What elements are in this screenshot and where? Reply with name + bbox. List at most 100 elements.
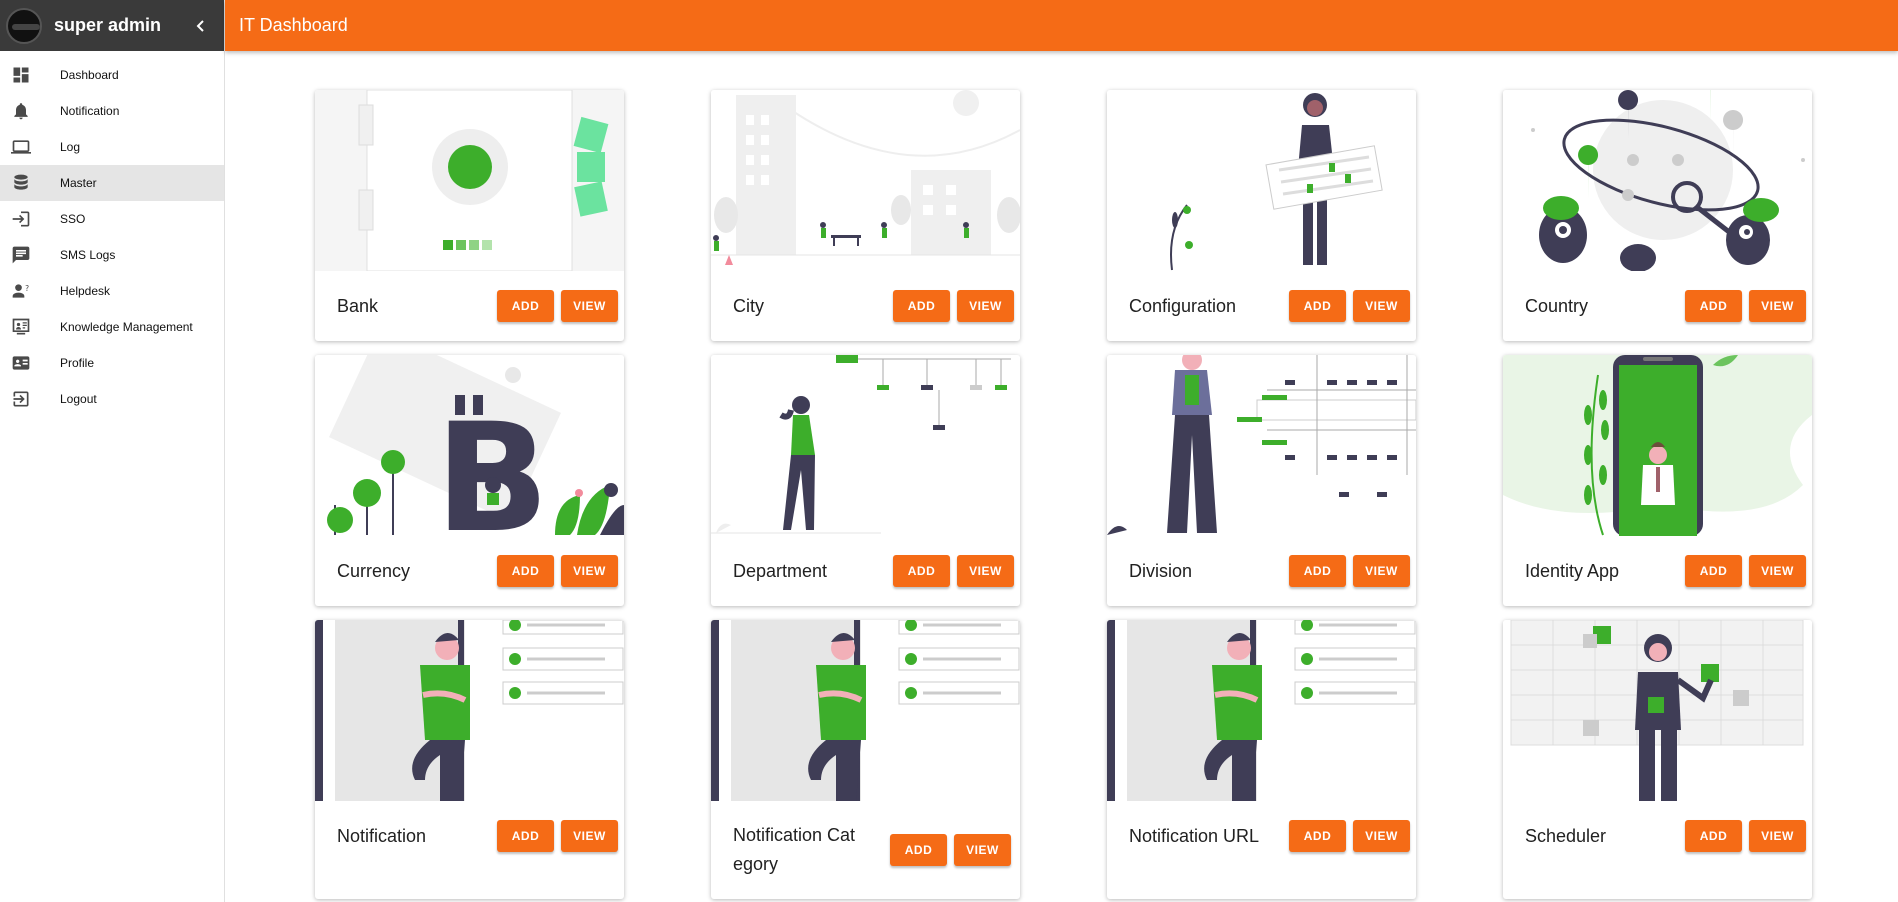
sidebar-item-label: Knowledge Management [60, 320, 193, 334]
add-city-button[interactable]: ADD [893, 290, 950, 322]
add-notification-url-button[interactable]: ADD [1289, 820, 1346, 852]
card-title: Department [733, 560, 828, 581]
view-notification-category-button[interactable]: VIEW [954, 834, 1011, 866]
scheduler-illustration [1503, 620, 1812, 801]
sidebar-item-sms-logs[interactable]: SMS Logs [0, 237, 224, 273]
add-department-button[interactable]: ADD [893, 555, 950, 587]
notification-category-illustration [711, 620, 1020, 801]
view-configuration-button[interactable]: VIEW [1353, 290, 1410, 322]
view-bank-button[interactable]: VIEW [561, 290, 618, 322]
user-name: super admin [54, 15, 162, 35]
avatar[interactable] [6, 7, 42, 44]
sidebar-item-knowledge-management[interactable]: Knowledge Management [0, 309, 224, 345]
bell-icon [11, 101, 31, 121]
card-footer: Identity App ADD VIEW [1503, 536, 1812, 606]
top-app-bar: IT Dashboard [225, 0, 1898, 51]
card-configuration: Configuration ADD VIEW [1107, 90, 1416, 341]
card-notification-url: Notification URL ADD VIEW [1107, 620, 1416, 899]
login-icon [11, 209, 31, 229]
sidebar-item-log[interactable]: Log [0, 129, 224, 165]
card-notification: Notification ADD VIEW [315, 620, 624, 899]
view-country-button[interactable]: VIEW [1749, 290, 1806, 322]
card-bank: Bank ADD VIEW [315, 90, 624, 341]
currency-illustration: B [315, 355, 624, 536]
sidebar-item-label: Log [60, 140, 81, 154]
sidebar-item-label: SMS Logs [60, 248, 116, 262]
add-bank-button[interactable]: ADD [497, 290, 554, 322]
sidebar-item-label: Notification [60, 104, 120, 118]
view-notification-url-button[interactable]: VIEW [1353, 820, 1410, 852]
sidebar-menu: Dashboard Notification Log Master SSO SM… [0, 51, 224, 417]
card-identity-app: Identity App ADD VIEW [1503, 355, 1812, 606]
view-scheduler-button[interactable]: VIEW [1749, 820, 1806, 852]
add-currency-button[interactable]: ADD [497, 555, 554, 587]
svg-text:?: ? [25, 284, 29, 293]
add-identity-app-button[interactable]: ADD [1685, 555, 1742, 587]
card-footer: Notification Cat egory ADD VIEW [711, 801, 1020, 899]
card-title: City [733, 295, 764, 316]
add-configuration-button[interactable]: ADD [1289, 290, 1346, 322]
sidebar-item-label: Master [60, 176, 97, 190]
sidebar-item-helpdesk[interactable]: ? Helpdesk [0, 273, 224, 309]
add-country-button[interactable]: ADD [1685, 290, 1742, 322]
chevron-left-icon [196, 19, 204, 32]
add-notification-button[interactable]: ADD [497, 820, 554, 852]
notification-illustration [315, 620, 624, 801]
sidebar-item-dashboard[interactable]: Dashboard [0, 57, 224, 93]
card-title: Scheduler [1525, 825, 1607, 846]
view-identity-app-button[interactable]: VIEW [1749, 555, 1806, 587]
sms-icon [11, 245, 31, 265]
sidebar-item-profile[interactable]: Profile [0, 345, 224, 381]
card-notification-category: Notification Cat egory ADD VIEW [711, 620, 1020, 899]
view-currency-button[interactable]: VIEW [561, 555, 618, 587]
country-illustration [1503, 90, 1812, 271]
view-city-button[interactable]: VIEW [957, 290, 1014, 322]
id-card-icon [11, 353, 31, 373]
logout-icon [11, 389, 31, 409]
sidebar-item-sso[interactable]: SSO [0, 201, 224, 237]
collapse-sidebar-button[interactable] [186, 11, 216, 41]
page-title: IT Dashboard [239, 15, 348, 35]
add-scheduler-button[interactable]: ADD [1685, 820, 1742, 852]
sidebar: super admin Dashboard Notification Log M… [0, 0, 225, 902]
city-illustration [711, 90, 1020, 271]
add-division-button[interactable]: ADD [1289, 555, 1346, 587]
sidebar-header: super admin [0, 0, 224, 51]
card-footer: Scheduler ADD VIEW [1503, 801, 1812, 871]
sidebar-item-notification[interactable]: Notification [0, 93, 224, 129]
card-footer: Country ADD VIEW [1503, 271, 1812, 341]
card-title: Identity App [1525, 560, 1620, 581]
department-illustration [711, 355, 1020, 536]
sidebar-item-label: Logout [60, 392, 97, 406]
card-footer: City ADD VIEW [711, 271, 1020, 341]
card-title: Notification URL [1129, 825, 1260, 846]
sidebar-item-logout[interactable]: Logout [0, 381, 224, 417]
sidebar-item-label: Profile [60, 356, 95, 370]
view-department-button[interactable]: VIEW [957, 555, 1014, 587]
laptop-icon [11, 137, 31, 157]
view-notification-button[interactable]: VIEW [561, 820, 618, 852]
card-division: Division ADD VIEW [1107, 355, 1416, 606]
sidebar-item-master[interactable]: Master [0, 165, 224, 201]
card-footer: Bank ADD VIEW [315, 271, 624, 341]
bank-illustration [315, 90, 624, 271]
dashboard-icon [11, 65, 31, 85]
card-title: Bank [337, 295, 379, 316]
card-footer: Notification ADD VIEW [315, 801, 624, 871]
view-division-button[interactable]: VIEW [1353, 555, 1410, 587]
division-illustration [1107, 355, 1416, 536]
card-title: Country [1525, 295, 1589, 316]
sidebar-item-label: Helpdesk [60, 284, 111, 298]
card-footer: Currency ADD VIEW [315, 536, 624, 606]
card-scheduler: Scheduler ADD VIEW [1503, 620, 1812, 899]
identity-app-illustration [1503, 355, 1812, 536]
knowledge-icon [11, 317, 31, 337]
person-question-icon: ? [11, 281, 31, 301]
add-notification-category-button[interactable]: ADD [890, 834, 947, 866]
master-card-grid: Bank ADD VIEW City ADD VIEW Configuratio… [315, 90, 1812, 899]
card-footer: Configuration ADD VIEW [1107, 271, 1416, 341]
card-country: Country ADD VIEW [1503, 90, 1812, 341]
card-title: Division [1129, 560, 1193, 581]
card-title: Notification Cat egory [733, 825, 856, 874]
card-title: Currency [337, 560, 411, 581]
